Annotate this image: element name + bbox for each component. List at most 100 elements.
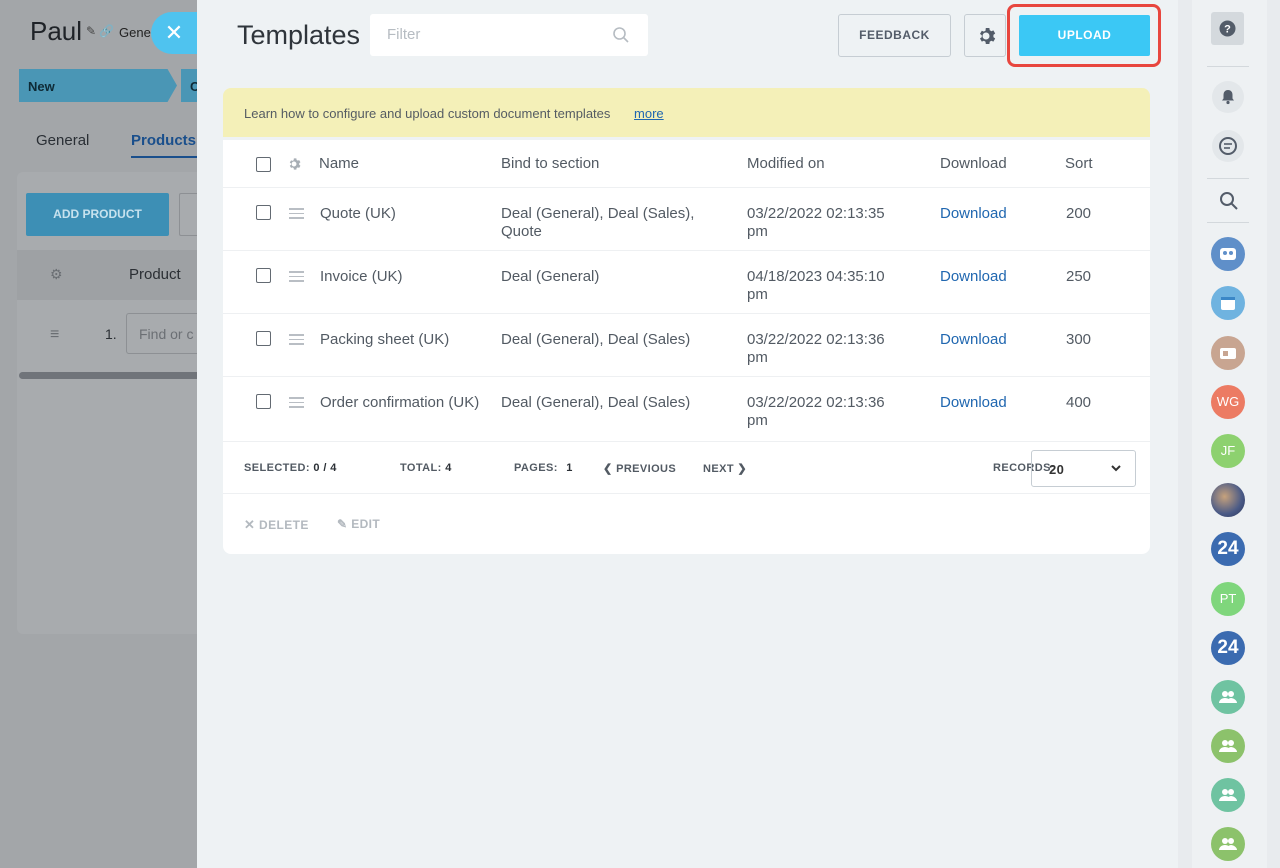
close-panel-button[interactable]: ✕	[151, 12, 197, 54]
table-row[interactable]: Invoice (UK) Deal (General) 04/18/2023 0…	[223, 251, 1150, 314]
previous-page-button[interactable]: ❮ PREVIOUS	[603, 462, 676, 475]
delete-button[interactable]: ✕ DELETE	[244, 517, 309, 533]
row-checkbox[interactable]	[256, 205, 271, 220]
sidebar-search-button[interactable]	[1218, 190, 1240, 212]
template-name[interactable]: Packing sheet (UK)	[320, 331, 480, 349]
total-value: 4	[445, 462, 452, 474]
group-avatar[interactable]	[1211, 827, 1245, 861]
notifications-button[interactable]	[1211, 80, 1245, 114]
template-name[interactable]: Invoice (UK)	[320, 268, 480, 286]
records-value: 20	[1049, 462, 1065, 477]
sidebar-divider	[1207, 222, 1249, 223]
edit-label: EDIT	[351, 517, 381, 531]
template-modified: 03/22/2022 02:13:35 pm	[747, 205, 885, 240]
drag-handle-icon[interactable]	[289, 397, 304, 408]
info-text: Learn how to configure and upload custom…	[244, 106, 611, 121]
help-button[interactable]: ?	[1211, 12, 1244, 45]
table-row[interactable]: Quote (UK) Deal (General), Deal (Sales),…	[223, 188, 1150, 251]
calendar-avatar[interactable]	[1211, 286, 1245, 320]
avatar-24-a[interactable]: 24	[1211, 532, 1245, 566]
row-checkbox[interactable]	[256, 394, 271, 409]
column-header-name[interactable]: Name	[319, 155, 359, 173]
users-icon	[1219, 740, 1237, 752]
tab-general: General	[36, 132, 90, 149]
group-avatar[interactable]	[1211, 778, 1245, 812]
chevron-right-icon: ❯	[737, 463, 748, 475]
column-header-download[interactable]: Download	[940, 155, 1007, 173]
group-avatar[interactable]	[1211, 680, 1245, 714]
feedback-button[interactable]: FEEDBACK	[838, 14, 951, 57]
sidebar-divider	[1207, 178, 1249, 179]
next-page-button[interactable]: NEXT ❯	[703, 462, 747, 475]
chevron-left-icon: ❮	[603, 463, 613, 475]
chat-icon	[1212, 130, 1244, 162]
users-icon	[1219, 691, 1237, 703]
search-icon[interactable]	[612, 26, 630, 44]
edit-button[interactable]: ✎ EDIT	[337, 517, 380, 531]
template-sort: 200	[1066, 205, 1092, 222]
templates-grid: Name Bind to section Modified on Downloa…	[223, 140, 1150, 554]
filter-box[interactable]	[370, 14, 648, 56]
total-label: TOTAL:	[400, 462, 442, 474]
avatar-photo[interactable]	[1211, 483, 1245, 517]
template-sort: 250	[1066, 268, 1092, 285]
avatar-jf[interactable]: JF	[1211, 434, 1245, 468]
svg-text:?: ?	[1224, 24, 1231, 36]
find-product-input: Find or c	[126, 313, 206, 354]
next-label: NEXT	[703, 463, 734, 475]
drag-handle-icon[interactable]	[289, 271, 304, 282]
drag-handle-icon[interactable]	[289, 208, 304, 219]
upload-button[interactable]: UPLOAD	[1019, 15, 1150, 56]
row-checkbox[interactable]	[256, 268, 271, 283]
download-link[interactable]: Download	[940, 394, 1007, 412]
drag-handle-icon[interactable]	[289, 334, 304, 345]
avatar-wg[interactable]: WG	[1211, 385, 1245, 419]
avatar-24-b[interactable]: 24	[1211, 631, 1245, 665]
breadcrumb: Gene	[119, 25, 151, 40]
template-bind: Deal (General), Deal (Sales)	[501, 331, 691, 348]
previous-label: PREVIOUS	[616, 463, 677, 475]
table-row[interactable]: Order confirmation (UK) Deal (General), …	[223, 377, 1150, 442]
selected-counter: SELECTED: 0 / 4	[244, 462, 337, 474]
more-link[interactable]: more	[634, 106, 664, 121]
pencil-icon: ✎	[337, 517, 348, 531]
contact-card-avatar[interactable]	[1211, 336, 1245, 370]
gear-icon: ⚙	[50, 266, 63, 282]
table-row[interactable]: Packing sheet (UK) Deal (General), Deal …	[223, 314, 1150, 377]
grid-actions: ✕ DELETE ✎ EDIT	[223, 494, 1150, 554]
selected-value: 0 / 4	[313, 462, 337, 474]
column-header-modified[interactable]: Modified on	[747, 155, 825, 173]
question-icon: ?	[1219, 20, 1236, 37]
filter-input[interactable]	[387, 26, 607, 43]
column-header-sort[interactable]: Sort	[1065, 155, 1093, 173]
users-icon	[1219, 789, 1237, 801]
sidebar-divider	[1207, 66, 1249, 67]
chevron-down-icon	[1111, 465, 1121, 472]
template-sort: 400	[1066, 394, 1092, 411]
download-link[interactable]: Download	[940, 268, 1007, 286]
users-icon	[1219, 838, 1237, 850]
column-settings-icon[interactable]	[287, 157, 301, 171]
tab-underline	[131, 156, 197, 158]
templates-panel: Templates FEEDBACK UPLOAD Learn how to c…	[197, 0, 1178, 868]
template-name[interactable]: Order confirmation (UK)	[320, 394, 480, 412]
download-link[interactable]: Download	[940, 205, 1007, 223]
template-name[interactable]: Quote (UK)	[320, 205, 480, 223]
records-per-page-select[interactable]: 20	[1031, 450, 1136, 487]
grid-header: Name Bind to section Modified on Downloa…	[223, 140, 1150, 188]
template-modified: 03/22/2022 02:13:36 pm	[747, 394, 885, 429]
group-chat-icon	[1220, 248, 1236, 260]
download-link[interactable]: Download	[940, 331, 1007, 349]
row-checkbox[interactable]	[256, 331, 271, 346]
template-bind: Deal (General), Deal (Sales)	[501, 394, 691, 411]
template-bind: Deal (General), Deal (Sales), Quote	[501, 205, 695, 240]
group-avatar[interactable]	[1211, 729, 1245, 763]
column-header-bind[interactable]: Bind to section	[501, 155, 599, 173]
group-chat-avatar[interactable]	[1211, 237, 1245, 271]
chat-button[interactable]	[1211, 129, 1245, 163]
avatar-pt[interactable]: PT	[1211, 582, 1245, 616]
stage-new: New	[19, 69, 177, 102]
settings-button[interactable]	[964, 14, 1006, 57]
select-all-checkbox[interactable]	[256, 157, 271, 172]
grid-footer: SELECTED: 0 / 4 TOTAL: 4 PAGES: 1 ❮ PREV…	[223, 442, 1150, 494]
